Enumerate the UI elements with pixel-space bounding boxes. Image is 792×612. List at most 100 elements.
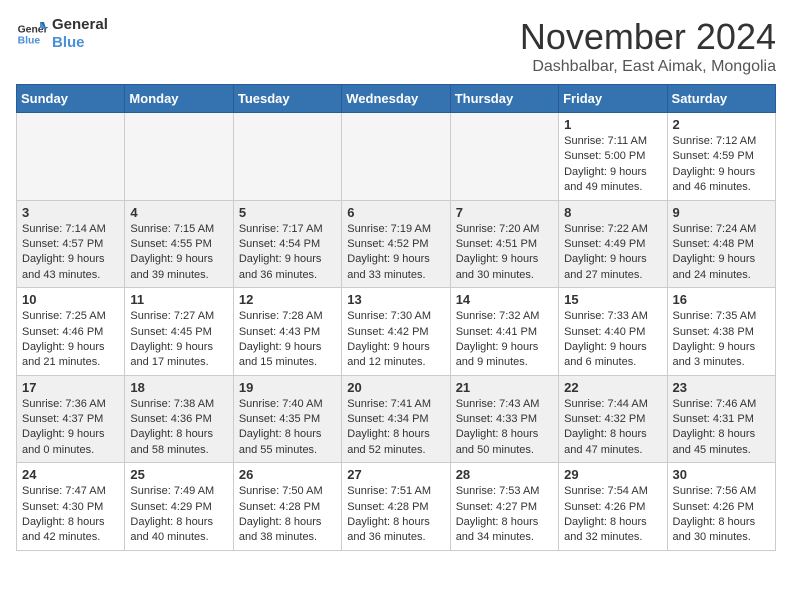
day-info: Sunrise: 7:53 AM Sunset: 4:27 PM Dayligh…	[456, 484, 553, 546]
day-info: Sunrise: 7:49 AM Sunset: 4:29 PM Dayligh…	[130, 484, 227, 546]
weekday-header: Sunday	[17, 85, 125, 113]
calendar-cell: 18Sunrise: 7:38 AM Sunset: 4:36 PM Dayli…	[125, 375, 233, 463]
day-info: Sunrise: 7:24 AM Sunset: 4:48 PM Dayligh…	[673, 222, 770, 284]
calendar-cell: 20 Sunrise: 7:41 AM Sunset: 4:34 PM Dayli…	[342, 375, 450, 463]
calendar-cell: 27Sunrise: 7:51 AM Sunset: 4:28 PM Dayli…	[342, 463, 450, 551]
logo-icon: General Blue	[16, 18, 48, 50]
day-number: 4	[130, 205, 227, 220]
location-title: Dashbalbar, East Aimak, Mongolia	[520, 58, 776, 76]
day-number: 21	[456, 380, 553, 395]
calendar-week-row: 17 Sunrise: 7:36 AM Sunset: 4:37 PM Dayli…	[17, 375, 776, 463]
day-info: Sunrise: 7:38 AM Sunset: 4:36 PM Dayligh…	[130, 397, 227, 459]
day-info: Sunrise: 7:36 AM Sunset: 4:37 PM Dayligh…	[22, 397, 119, 459]
day-info: Sunrise: 7:44 AM Sunset: 4:32 PM Dayligh…	[564, 397, 661, 459]
day-number: 3	[22, 205, 119, 220]
day-number: 9	[673, 205, 770, 220]
day-info: Sunrise: 7:43 AM Sunset: 4:33 PM Dayligh…	[456, 397, 553, 459]
day-info: Sunrise: 7:35 AM Sunset: 4:38 PM Dayligh…	[673, 309, 770, 371]
day-info: Sunrise: 7:12 AM Sunset: 4:59 PM Dayligh…	[673, 134, 770, 196]
day-number: 12	[239, 292, 336, 307]
calendar-cell: 19 Sunrise: 7:40 AM Sunset: 4:35 PM Dayli…	[233, 375, 341, 463]
calendar-cell	[17, 113, 125, 201]
day-number: 24	[22, 467, 119, 482]
calendar-week-row: 10Sunrise: 7:25 AM Sunset: 4:46 PM Dayli…	[17, 288, 776, 376]
day-info: Sunrise: 7:32 AM Sunset: 4:41 PM Dayligh…	[456, 309, 553, 371]
day-number: 28	[456, 467, 553, 482]
day-number: 19	[239, 380, 336, 395]
day-number: 17	[22, 380, 119, 395]
day-info: Sunrise: 7:28 AM Sunset: 4:43 PM Dayligh…	[239, 309, 336, 371]
day-info: Sunrise: 7:25 AM Sunset: 4:46 PM Dayligh…	[22, 309, 119, 371]
calendar-week-row: 24 Sunrise: 7:47 AM Sunset: 4:30 PM Dayli…	[17, 463, 776, 551]
calendar-cell: 1 Sunrise: 7:11 AM Sunset: 5:00 PM Daylig…	[559, 113, 667, 201]
day-number: 23	[673, 380, 770, 395]
calendar-cell: 26 Sunrise: 7:50 AM Sunset: 4:28 PM Dayli…	[233, 463, 341, 551]
day-info: Sunrise: 7:56 AM Sunset: 4:26 PM Dayligh…	[673, 484, 770, 546]
day-info: Sunrise: 7:22 AM Sunset: 4:49 PM Dayligh…	[564, 222, 661, 284]
day-info: Sunrise: 7:27 AM Sunset: 4:45 PM Dayligh…	[130, 309, 227, 371]
day-number: 30	[673, 467, 770, 482]
calendar-week-row: 3 Sunrise: 7:14 AM Sunset: 4:57 PM Daylig…	[17, 200, 776, 288]
calendar-header-row: SundayMondayTuesdayWednesdayThursdayFrid…	[17, 85, 776, 113]
day-number: 11	[130, 292, 227, 307]
calendar-cell: 5 Sunrise: 7:17 AM Sunset: 4:54 PM Daylig…	[233, 200, 341, 288]
day-number: 8	[564, 205, 661, 220]
day-number: 22	[564, 380, 661, 395]
calendar-cell: 17 Sunrise: 7:36 AM Sunset: 4:37 PM Dayli…	[17, 375, 125, 463]
day-info: Sunrise: 7:47 AM Sunset: 4:30 PM Dayligh…	[22, 484, 119, 546]
calendar-cell: 7Sunrise: 7:20 AM Sunset: 4:51 PM Daylig…	[450, 200, 558, 288]
weekday-header: Saturday	[667, 85, 775, 113]
day-number: 13	[347, 292, 444, 307]
day-number: 15	[564, 292, 661, 307]
weekday-header: Wednesday	[342, 85, 450, 113]
calendar-cell: 9 Sunrise: 7:24 AM Sunset: 4:48 PM Daylig…	[667, 200, 775, 288]
day-info: Sunrise: 7:51 AM Sunset: 4:28 PM Dayligh…	[347, 484, 444, 546]
day-number: 20	[347, 380, 444, 395]
day-number: 6	[347, 205, 444, 220]
calendar-cell	[125, 113, 233, 201]
day-number: 14	[456, 292, 553, 307]
day-number: 26	[239, 467, 336, 482]
calendar-cell: 28 Sunrise: 7:53 AM Sunset: 4:27 PM Dayli…	[450, 463, 558, 551]
calendar-cell: 8 Sunrise: 7:22 AM Sunset: 4:49 PM Daylig…	[559, 200, 667, 288]
calendar-cell: 13 Sunrise: 7:30 AM Sunset: 4:42 PM Dayli…	[342, 288, 450, 376]
day-info: Sunrise: 7:54 AM Sunset: 4:26 PM Dayligh…	[564, 484, 661, 546]
month-title: November 2024	[520, 16, 776, 58]
weekday-header: Thursday	[450, 85, 558, 113]
calendar-cell: 25Sunrise: 7:49 AM Sunset: 4:29 PM Dayli…	[125, 463, 233, 551]
logo-line1: General	[52, 16, 108, 34]
day-info: Sunrise: 7:50 AM Sunset: 4:28 PM Dayligh…	[239, 484, 336, 546]
logo: General Blue General Blue	[16, 16, 108, 52]
calendar-cell: 2 Sunrise: 7:12 AM Sunset: 4:59 PM Daylig…	[667, 113, 775, 201]
calendar-cell: 30 Sunrise: 7:56 AM Sunset: 4:26 PM Dayli…	[667, 463, 775, 551]
day-info: Sunrise: 7:11 AM Sunset: 5:00 PM Dayligh…	[564, 134, 661, 196]
day-info: Sunrise: 7:40 AM Sunset: 4:35 PM Dayligh…	[239, 397, 336, 459]
weekday-header: Friday	[559, 85, 667, 113]
day-info: Sunrise: 7:15 AM Sunset: 4:55 PM Dayligh…	[130, 222, 227, 284]
calendar-cell: 16Sunrise: 7:35 AM Sunset: 4:38 PM Dayli…	[667, 288, 775, 376]
day-number: 7	[456, 205, 553, 220]
day-info: Sunrise: 7:14 AM Sunset: 4:57 PM Dayligh…	[22, 222, 119, 284]
calendar-cell: 15 Sunrise: 7:33 AM Sunset: 4:40 PM Dayli…	[559, 288, 667, 376]
calendar-table: SundayMondayTuesdayWednesdayThursdayFrid…	[16, 84, 776, 551]
day-info: Sunrise: 7:33 AM Sunset: 4:40 PM Dayligh…	[564, 309, 661, 371]
calendar-cell: 29 Sunrise: 7:54 AM Sunset: 4:26 PM Dayli…	[559, 463, 667, 551]
calendar-cell: 11 Sunrise: 7:27 AM Sunset: 4:45 PM Dayli…	[125, 288, 233, 376]
calendar-cell: 12 Sunrise: 7:28 AM Sunset: 4:43 PM Dayli…	[233, 288, 341, 376]
day-number: 2	[673, 117, 770, 132]
calendar-cell: 24 Sunrise: 7:47 AM Sunset: 4:30 PM Dayli…	[17, 463, 125, 551]
day-number: 5	[239, 205, 336, 220]
calendar-cell: 4 Sunrise: 7:15 AM Sunset: 4:55 PM Daylig…	[125, 200, 233, 288]
calendar-cell: 23Sunrise: 7:46 AM Sunset: 4:31 PM Dayli…	[667, 375, 775, 463]
day-info: Sunrise: 7:30 AM Sunset: 4:42 PM Dayligh…	[347, 309, 444, 371]
day-info: Sunrise: 7:17 AM Sunset: 4:54 PM Dayligh…	[239, 222, 336, 284]
day-number: 29	[564, 467, 661, 482]
calendar-cell: 3 Sunrise: 7:14 AM Sunset: 4:57 PM Daylig…	[17, 200, 125, 288]
calendar-cell: 21 Sunrise: 7:43 AM Sunset: 4:33 PM Dayli…	[450, 375, 558, 463]
logo-line2: Blue	[52, 34, 108, 52]
calendar-cell: 10Sunrise: 7:25 AM Sunset: 4:46 PM Dayli…	[17, 288, 125, 376]
day-info: Sunrise: 7:41 AM Sunset: 4:34 PM Dayligh…	[347, 397, 444, 459]
day-info: Sunrise: 7:19 AM Sunset: 4:52 PM Dayligh…	[347, 222, 444, 284]
day-number: 1	[564, 117, 661, 132]
page-header: General Blue General Blue November 2024 …	[16, 16, 776, 76]
